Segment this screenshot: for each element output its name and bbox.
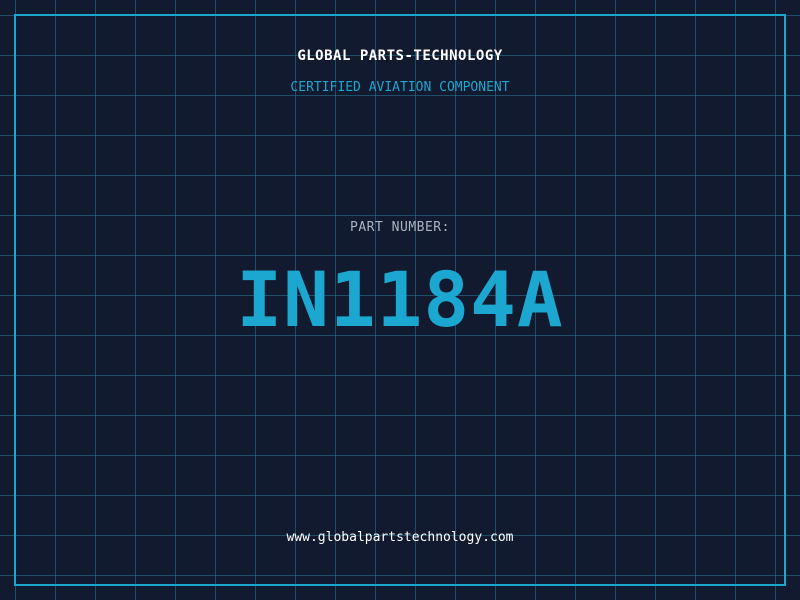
part-number-value: IN1184A [236,255,564,344]
tagline: CERTIFIED AVIATION COMPONENT [290,80,510,95]
company-name: GLOBAL PARTS-TECHNOLOGY [297,48,503,64]
website-url: www.globalpartstechnology.com [286,530,514,545]
part-number-label: PART NUMBER: [350,220,450,235]
